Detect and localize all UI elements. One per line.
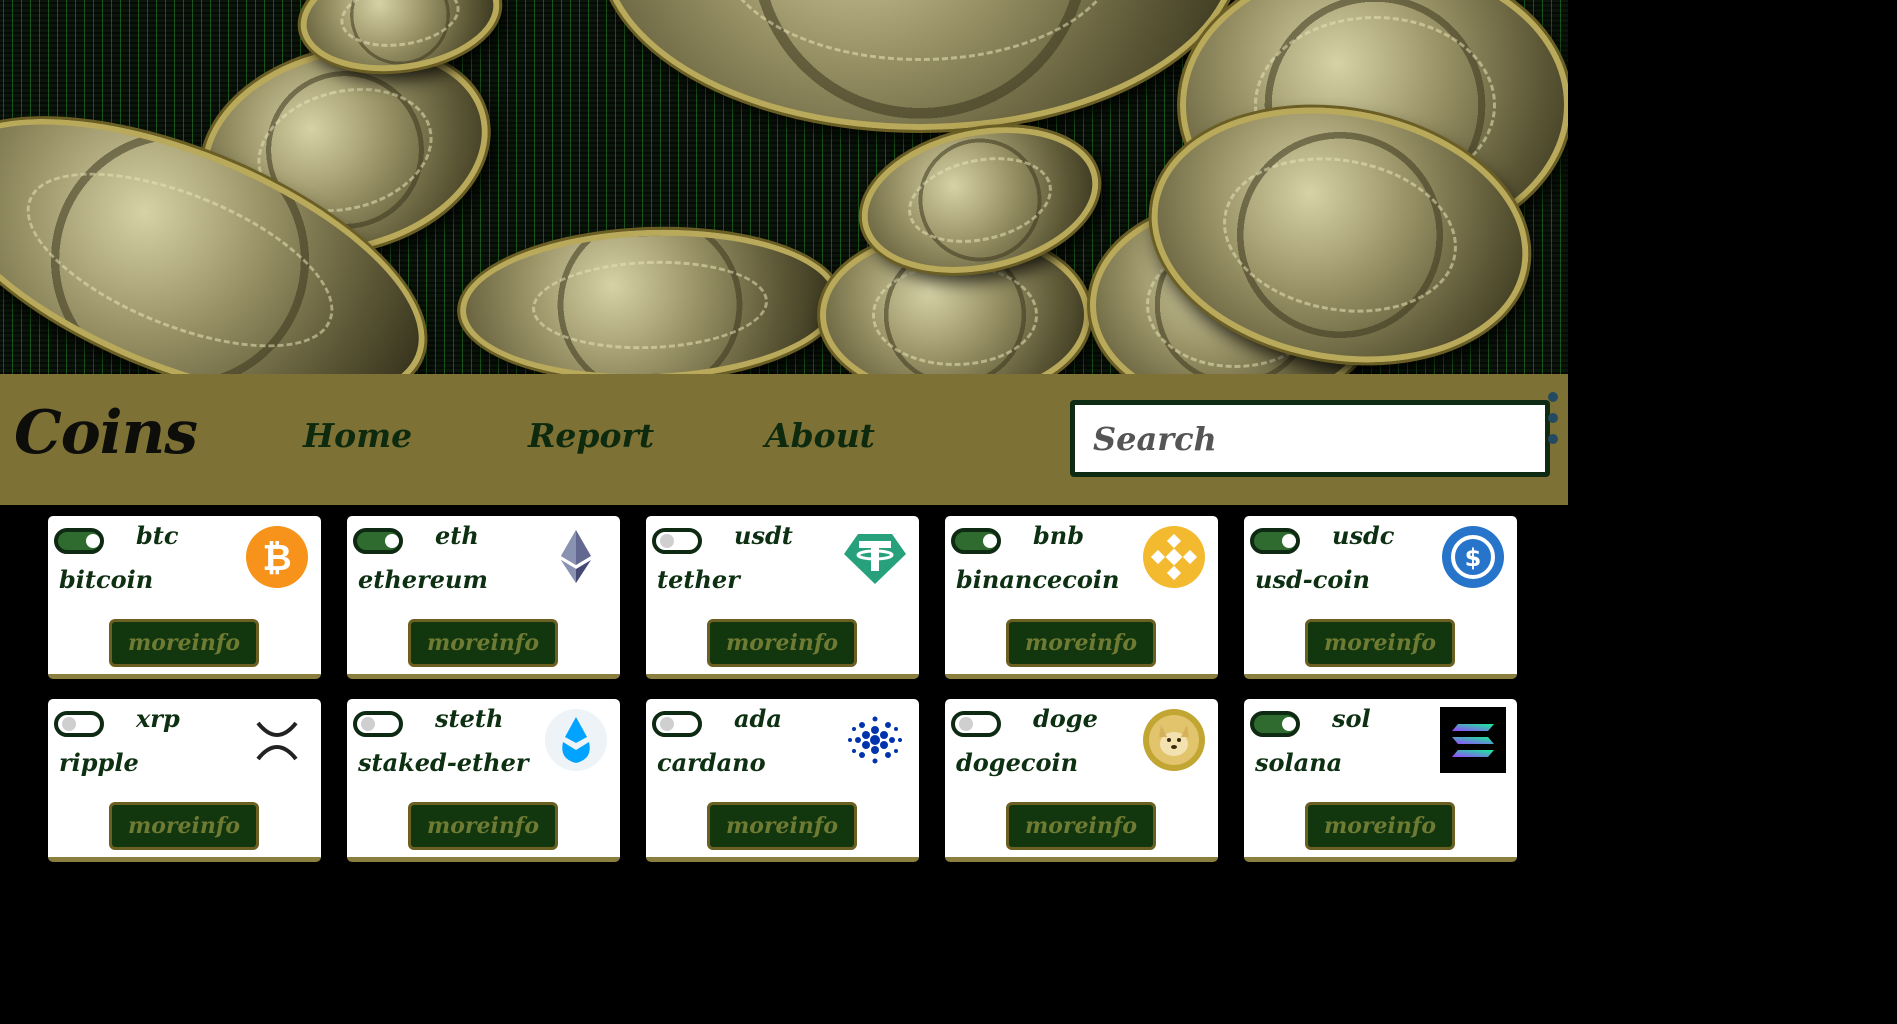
toggle-knob	[660, 717, 674, 731]
coin-card-doge: doge dogecoin moreinfo	[945, 699, 1218, 862]
toggle-knob	[983, 534, 997, 548]
svg-text:$: $	[1465, 544, 1482, 572]
coin-symbol: doge	[1033, 704, 1098, 733]
tether-logo-icon	[844, 534, 906, 584]
coin-name: bitcoin	[59, 565, 154, 594]
coin-symbol: eth	[435, 521, 479, 550]
coin-symbol: bnb	[1033, 521, 1085, 550]
search-input[interactable]	[1070, 400, 1550, 477]
track-toggle[interactable]	[1250, 711, 1300, 737]
track-toggle[interactable]	[353, 711, 403, 737]
navbar: Coins Home Report About	[0, 374, 1568, 505]
bitcoin-logo-icon: ₿	[246, 526, 308, 588]
vertical-dots-icon[interactable]	[1548, 392, 1560, 455]
toggle-knob	[385, 534, 399, 548]
toggle-knob	[959, 717, 973, 731]
nav-link-report[interactable]: Report	[528, 416, 654, 455]
toggle-knob	[86, 534, 100, 548]
moreinfo-button[interactable]: moreinfo	[1305, 619, 1455, 667]
coin-name: ripple	[59, 748, 139, 777]
coin-name: ethereum	[358, 565, 488, 594]
xrp-logo-icon	[256, 721, 298, 761]
usd-coin-logo-icon: $	[1442, 526, 1504, 588]
track-toggle[interactable]	[652, 528, 702, 554]
moreinfo-button[interactable]: moreinfo	[1006, 802, 1156, 850]
moreinfo-button[interactable]: moreinfo	[707, 802, 857, 850]
moreinfo-button[interactable]: moreinfo	[109, 802, 259, 850]
coin-symbol: steth	[435, 704, 504, 733]
moreinfo-button[interactable]: moreinfo	[707, 619, 857, 667]
nav-link-about[interactable]: About	[765, 416, 875, 455]
coin-card-steth: steth staked-ether moreinfo	[347, 699, 620, 862]
track-toggle[interactable]	[54, 711, 104, 737]
coin-name: usd-coin	[1255, 565, 1370, 594]
coin-card-btc: btc bitcoin ₿ moreinfo	[48, 516, 321, 679]
coin-symbol: sol	[1332, 704, 1371, 733]
coin-name: solana	[1255, 748, 1343, 777]
coin-name: staked-ether	[358, 748, 529, 777]
toggle-knob	[1282, 534, 1296, 548]
coin-cards-grid: btc bitcoin ₿ moreinfo eth ethereum more…	[48, 516, 1517, 862]
coin-card-xrp: xrp ripple moreinfo	[48, 699, 321, 862]
toggle-knob	[62, 717, 76, 731]
coin-name: cardano	[657, 748, 766, 777]
track-toggle[interactable]	[951, 711, 1001, 737]
coin-card-usdt: usdt tether moreinfo	[646, 516, 919, 679]
hero-banner	[0, 0, 1568, 374]
coin-image	[457, 223, 843, 374]
track-toggle[interactable]	[1250, 528, 1300, 554]
coin-symbol: usdc	[1332, 521, 1395, 550]
cardano-logo-icon	[848, 716, 902, 764]
ethereum-logo-icon	[561, 530, 591, 583]
coin-symbol: btc	[136, 521, 179, 550]
coin-name: dogecoin	[956, 748, 1079, 777]
brand-logo: Coins	[14, 398, 198, 468]
coin-card-sol: sol solana moreinfo	[1244, 699, 1517, 862]
moreinfo-button[interactable]: moreinfo	[1006, 619, 1156, 667]
moreinfo-button[interactable]: moreinfo	[408, 619, 558, 667]
moreinfo-button[interactable]: moreinfo	[109, 619, 259, 667]
track-toggle[interactable]	[652, 711, 702, 737]
coin-symbol: usdt	[734, 521, 793, 550]
solana-logo-icon	[1440, 707, 1506, 773]
dogecoin-logo-icon	[1143, 709, 1205, 771]
track-toggle[interactable]	[951, 528, 1001, 554]
coin-card-ada: ada cardano moreinfo	[646, 699, 919, 862]
svg-text:₿: ₿	[262, 538, 291, 579]
coin-card-usdc: usdc usd-coin $ moreinfo	[1244, 516, 1517, 679]
track-toggle[interactable]	[54, 528, 104, 554]
toggle-knob	[660, 534, 674, 548]
moreinfo-button[interactable]: moreinfo	[408, 802, 558, 850]
track-toggle[interactable]	[353, 528, 403, 554]
coin-symbol: ada	[734, 704, 782, 733]
toggle-knob	[1282, 717, 1296, 731]
binance-logo-icon	[1143, 526, 1205, 588]
coin-name: tether	[657, 565, 740, 594]
toggle-knob	[361, 717, 375, 731]
nav-link-home[interactable]: Home	[303, 416, 412, 455]
coin-card-eth: eth ethereum moreinfo	[347, 516, 620, 679]
coin-symbol: xrp	[136, 704, 180, 733]
coin-card-bnb: bnb binancecoin moreinfo	[945, 516, 1218, 679]
coin-image	[600, 0, 1240, 130]
moreinfo-button[interactable]: moreinfo	[1305, 802, 1455, 850]
coin-name: binancecoin	[956, 565, 1120, 594]
staked-ether-logo-icon	[545, 709, 607, 771]
